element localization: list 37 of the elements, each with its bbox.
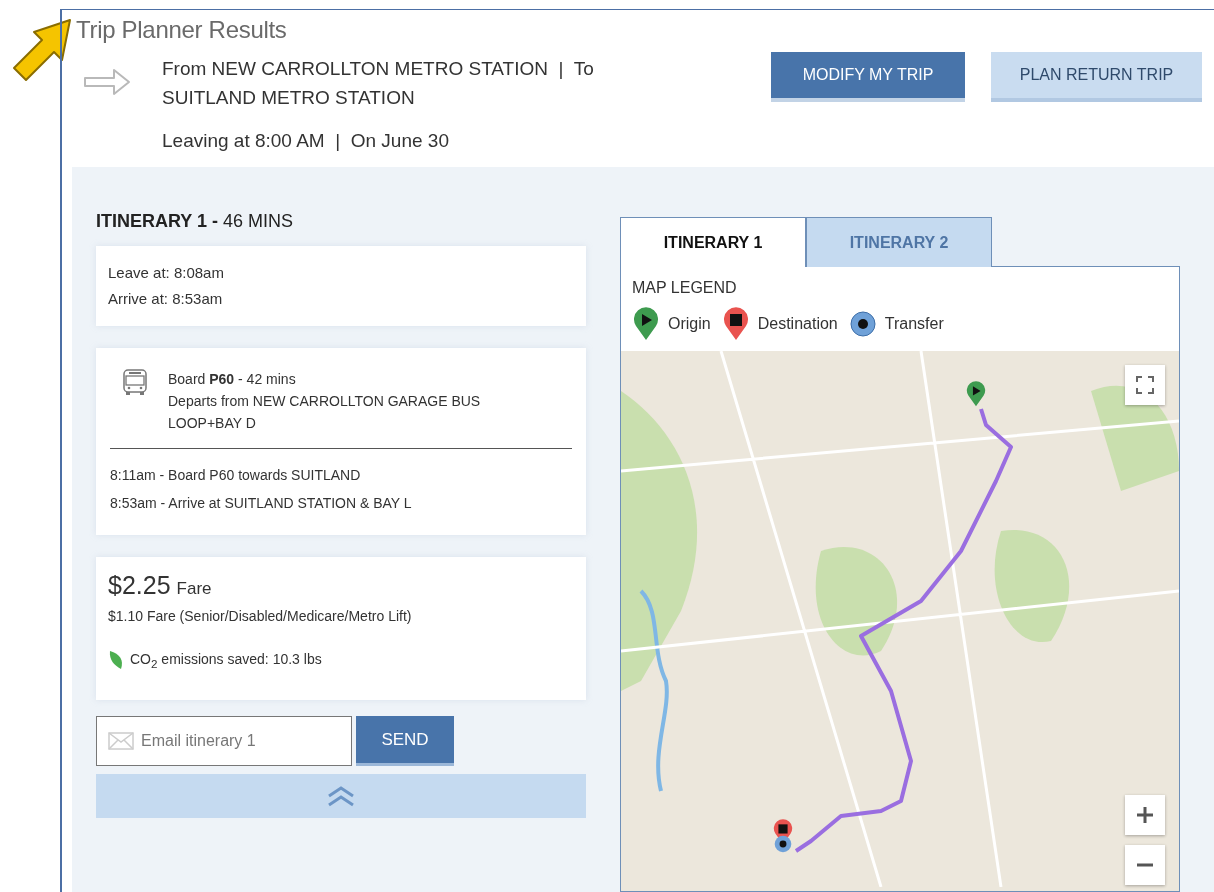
- trip-step: 8:53am - Arrive at SUITLAND STATION & BAY L: [110, 489, 572, 517]
- fullscreen-button[interactable]: [1125, 365, 1165, 405]
- departure-stop: Departs from NEW CARROLLTON GARAGE BUS LOOP+BAY D: [168, 392, 482, 433]
- email-input-field[interactable]: Email itinerary 1: [96, 716, 352, 766]
- modify-trip-button[interactable]: MODIFY MY TRIP: [771, 52, 965, 102]
- trip-route: From NEW CARROLLTON METRO STATION | To SUITLAND METRO STATION: [162, 57, 595, 110]
- leg-title: Board P60 - 42 mins: [168, 370, 297, 389]
- minus-icon: [1136, 863, 1154, 867]
- arrive-time: Arrive at: 8:53am: [108, 289, 224, 309]
- fullscreen-icon: [1136, 376, 1154, 394]
- transfer-dot-icon: [774, 835, 792, 853]
- envelope-icon: [108, 732, 134, 750]
- fare-label: Fare: [176, 579, 212, 599]
- trip-step: 8:11am - Board P60 towards SUITLAND: [110, 461, 572, 489]
- bus-icon: [120, 368, 150, 398]
- origin-pin-icon: [966, 381, 986, 407]
- legend-label: Destination: [757, 315, 838, 333]
- pointer-arrow-icon: [12, 18, 72, 84]
- plus-icon: [1136, 806, 1154, 824]
- leave-time: Leave at: 8:08am: [108, 263, 225, 283]
- page-title: Trip Planner Results: [76, 16, 288, 44]
- legend-label: Transfer: [884, 315, 944, 333]
- zoom-in-button[interactable]: [1125, 795, 1165, 835]
- legend-label: Origin: [668, 315, 711, 333]
- right-arrow-icon: [82, 66, 132, 98]
- itinerary-tab[interactable]: ITINERARY 2: [806, 217, 992, 267]
- legend-title: MAP LEGEND: [632, 279, 738, 297]
- double-chevron-up-icon: [326, 785, 356, 807]
- reduced-fare: $1.10 Fare (Senior/Disabled/Medicare/Metro Lift): [108, 608, 413, 624]
- leaf-icon: [108, 650, 124, 670]
- itinerary-tab[interactable]: ITINERARY 1: [620, 217, 806, 267]
- emissions-saved: CO$_{2}$ emissions saved: 10.3 lbs: [130, 650, 322, 670]
- trip-timing: Leaving at 8:00 AM | On June 30: [162, 129, 450, 153]
- itinerary-heading: ITINERARY 1 - 46 MINS: [96, 211, 295, 232]
- send-button[interactable]: SEND: [356, 716, 454, 766]
- plan-return-trip-button[interactable]: PLAN RETURN TRIP: [991, 52, 1202, 102]
- fare-amount: $2.25: [108, 571, 171, 600]
